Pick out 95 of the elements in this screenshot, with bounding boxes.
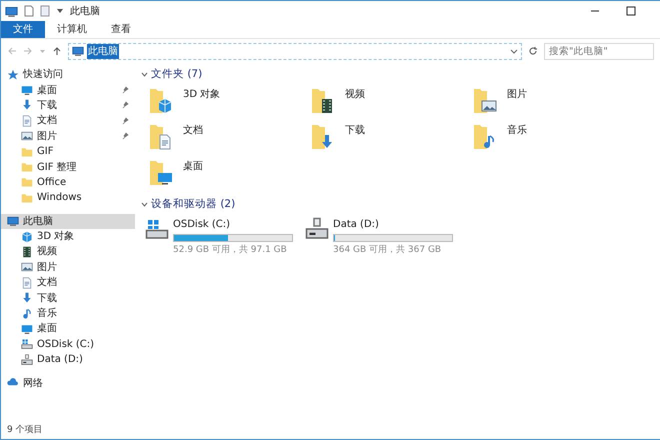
nav-item[interactable]: 下载 — [1, 98, 135, 114]
nav-label: 桌面 — [37, 84, 57, 98]
folder-icon — [21, 192, 33, 204]
nav-item[interactable]: OSDisk (C:) — [1, 336, 135, 352]
ribbon-tab[interactable]: 文件 — [1, 21, 45, 38]
picture-icon — [21, 130, 33, 142]
ribbon-tab[interactable]: 计算机 — [45, 21, 99, 38]
picture-icon — [21, 261, 33, 274]
nav-label: Data (D:) — [37, 353, 83, 368]
nav-label: 桌面 — [37, 322, 57, 336]
group-heading: 文件夹 (7) — [151, 67, 202, 82]
refresh-icon[interactable] — [528, 46, 538, 56]
nav-label: 网络 — [23, 376, 43, 391]
nav-item[interactable]: Data (D:) — [1, 352, 135, 368]
drive-label[interactable]: Data (D:) — [333, 216, 453, 232]
nav-label: 图片 — [37, 130, 57, 144]
maximize-icon[interactable] — [626, 6, 636, 16]
nav-label: 3D 对象 — [37, 230, 74, 244]
monitor-icon — [21, 322, 33, 335]
dropdown-icon[interactable] — [56, 7, 64, 15]
folder-icon — [21, 176, 33, 188]
folder-label[interactable]: 桌面 — [183, 158, 203, 174]
nav-item[interactable]: 下载 — [1, 290, 135, 306]
address-field[interactable]: 此电脑 — [68, 42, 522, 60]
folder-icon — [21, 146, 33, 158]
search-field[interactable]: 搜索"此电脑" — [544, 42, 654, 60]
nav-item[interactable]: 此电脑 — [1, 214, 135, 229]
down-arrow-icon — [21, 99, 33, 112]
window-title: 此电脑 — [70, 4, 100, 18]
nav-label: 此电脑 — [23, 214, 53, 229]
nav-label: Office — [37, 176, 66, 190]
nav-item[interactable]: Office — [1, 174, 135, 190]
drive-label[interactable]: OSDisk (C:) — [173, 216, 293, 232]
folder-label[interactable]: 视频 — [345, 86, 365, 102]
nav-item[interactable]: 图片 — [1, 128, 135, 144]
pin-icon — [121, 86, 129, 94]
music-note-icon — [21, 308, 33, 320]
drive-free-space: 364 GB 可用，共 367 GB — [333, 244, 442, 256]
folder-label[interactable]: 图片 — [507, 86, 527, 102]
nav-label: 文档 — [37, 114, 57, 128]
star-icon — [7, 68, 19, 81]
document-icon — [21, 114, 33, 127]
folder-label[interactable]: 下载 — [345, 122, 365, 138]
chevron-icon[interactable] — [141, 201, 148, 208]
drive-icon — [305, 216, 329, 240]
nav-item[interactable]: GIF 整理 — [1, 159, 135, 175]
ribbon-tab[interactable]: 查看 — [99, 21, 143, 38]
drive-icon — [21, 354, 33, 366]
nav-item[interactable]: 文档 — [1, 113, 135, 129]
nav-item[interactable]: 桌面 — [1, 321, 135, 337]
nav-label: GIF 整理 — [37, 160, 77, 175]
nav-item[interactable]: 图片 — [1, 260, 135, 276]
nav-label: OSDisk (C:) — [37, 338, 94, 352]
folder-label[interactable]: 文档 — [183, 122, 203, 138]
computer-icon — [5, 4, 18, 18]
folder-icon — [149, 158, 175, 187]
film-icon — [21, 246, 33, 258]
document-icon — [21, 276, 33, 289]
computer-icon — [7, 215, 19, 228]
nav-item[interactable]: GIF — [1, 144, 135, 160]
folder-label[interactable]: 音乐 — [507, 122, 527, 138]
folder-icon — [21, 161, 33, 174]
nav-label: 音乐 — [37, 306, 57, 322]
computer-icon — [72, 45, 84, 57]
drive-icon — [21, 338, 33, 350]
nav-item[interactable]: 文档 — [1, 275, 135, 290]
nav-label: 下载 — [37, 98, 57, 113]
nav-label: 快速访问 — [23, 68, 63, 82]
up-icon[interactable] — [52, 46, 62, 56]
nav-item[interactable]: 3D 对象 — [1, 228, 135, 244]
nav-item[interactable]: 视频 — [1, 244, 135, 260]
item-count: 9 个项目 — [7, 425, 43, 435]
nav-item[interactable]: 桌面 — [1, 82, 135, 98]
dropdown-icon[interactable] — [510, 47, 518, 55]
pin-icon — [121, 116, 129, 125]
pin-icon — [121, 101, 129, 110]
down-arrow-icon — [21, 292, 33, 304]
nav-label: Windows — [37, 191, 82, 206]
cube-icon — [21, 230, 33, 243]
group-heading: 设备和驱动器 (2) — [151, 196, 236, 212]
nav-label: 图片 — [37, 260, 57, 275]
nav-item[interactable]: Windows — [1, 190, 135, 206]
nav-item[interactable]: 音乐 — [1, 306, 135, 322]
folder-label[interactable]: 3D 对象 — [183, 86, 220, 102]
drive-free-space: 52.9 GB 可用，共 97.1 GB — [173, 244, 288, 256]
nav-label: GIF — [37, 145, 54, 160]
nav-item[interactable]: 快速访问 — [1, 67, 135, 82]
nav-label: 视频 — [37, 244, 57, 260]
nav-label: 下载 — [37, 292, 57, 306]
nav-label: 文档 — [37, 276, 57, 290]
nav-item[interactable]: 网络 — [1, 375, 135, 391]
pin-icon — [121, 132, 129, 140]
folder-icon — [473, 86, 499, 115]
monitor-icon — [21, 84, 33, 96]
chevron-icon[interactable] — [141, 71, 148, 78]
